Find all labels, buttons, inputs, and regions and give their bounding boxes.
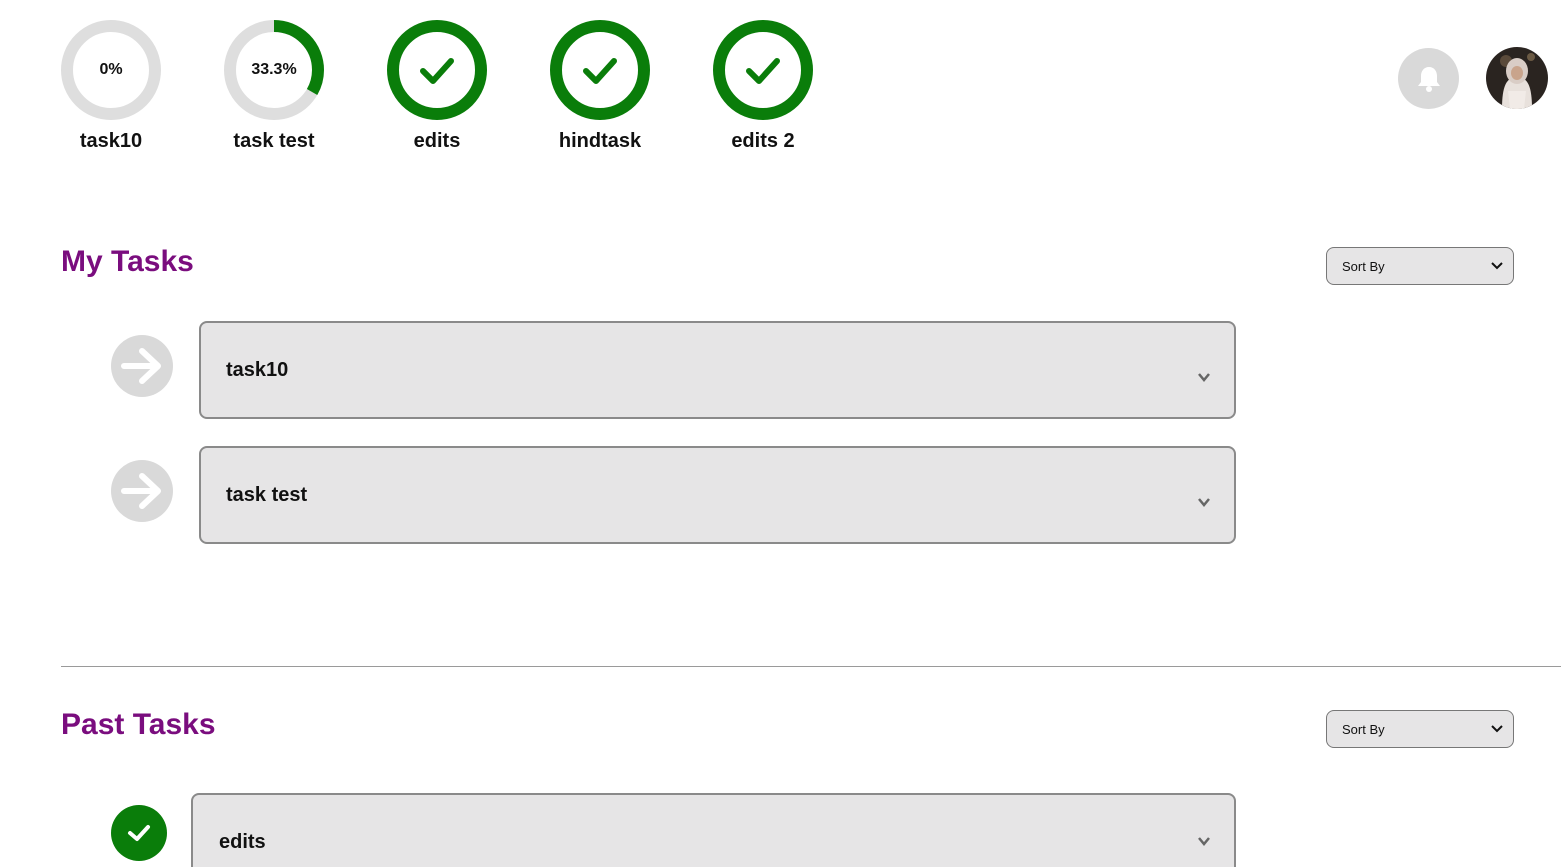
task-name: task10 <box>226 358 289 381</box>
progress-ring-graphic <box>550 20 650 120</box>
progress-label: edits 2 <box>731 130 795 152</box>
progress-ring: 33.3% <box>224 20 324 120</box>
bell-icon <box>1417 66 1440 92</box>
progress-ring-complete <box>387 20 487 120</box>
progress-ring-graphic <box>387 20 487 120</box>
past-tasks-heading: Past Tasks <box>61 708 216 741</box>
arrow-right-icon <box>121 473 161 509</box>
sort-select-value: Sort By <box>1342 258 1385 274</box>
progress-ring-complete <box>550 20 650 120</box>
user-avatar[interactable] <box>1486 47 1548 109</box>
chevron-down-icon[interactable] <box>1198 498 1210 507</box>
progress-ring-graphic <box>713 20 813 120</box>
progress-label: hindtask <box>558 130 642 152</box>
progress-item-task10[interactable]: 0% task10 <box>61 20 224 153</box>
progress-item-edits-2[interactable]: edits 2 <box>713 20 876 153</box>
avatar-image <box>1486 47 1548 109</box>
task-card-task10[interactable]: task10 <box>199 321 1236 419</box>
task-card-task-test[interactable]: task test <box>199 446 1236 544</box>
task-status-pending[interactable] <box>111 335 173 397</box>
chevron-down-icon[interactable] <box>1198 373 1210 382</box>
my-tasks-heading: My Tasks <box>61 245 194 278</box>
task-name: edits <box>219 831 266 853</box>
check-icon <box>583 58 617 84</box>
progress-item-hindtask[interactable]: hindtask <box>550 20 713 153</box>
check-icon <box>128 825 150 841</box>
progress-label: task test <box>233 130 315 152</box>
sort-select-value: Sort By <box>1342 721 1385 737</box>
past-tasks-sort-select[interactable]: Sort By <box>1326 710 1514 748</box>
notifications-button[interactable] <box>1398 48 1459 109</box>
progress-ring-complete <box>713 20 813 120</box>
progress-item-edits[interactable]: edits <box>387 20 550 153</box>
chevron-down-icon[interactable] <box>1198 837 1210 846</box>
chevron-down-icon <box>1491 262 1503 270</box>
task-card-edits[interactable]: edits <box>191 793 1236 867</box>
task-status-pending[interactable] <box>111 460 173 522</box>
section-divider <box>61 666 1561 667</box>
my-tasks-sort-select[interactable]: Sort By <box>1326 247 1514 285</box>
arrow-right-icon <box>121 348 161 384</box>
progress-label: task10 <box>79 130 143 152</box>
progress-item-task-test[interactable]: 33.3% task test <box>224 20 387 153</box>
task-status-complete[interactable] <box>111 805 167 861</box>
task-name: task test <box>226 483 308 506</box>
chevron-down-icon <box>1491 725 1503 733</box>
progress-summary: 0% task10 33.3% task test edits hindtask… <box>61 20 876 153</box>
progress-label: edits <box>413 130 461 152</box>
check-icon <box>420 58 454 84</box>
progress-ring: 0% <box>61 20 161 120</box>
progress-percent: 0% <box>99 61 123 78</box>
progress-percent: 33.3% <box>251 61 297 78</box>
check-icon <box>746 58 780 84</box>
